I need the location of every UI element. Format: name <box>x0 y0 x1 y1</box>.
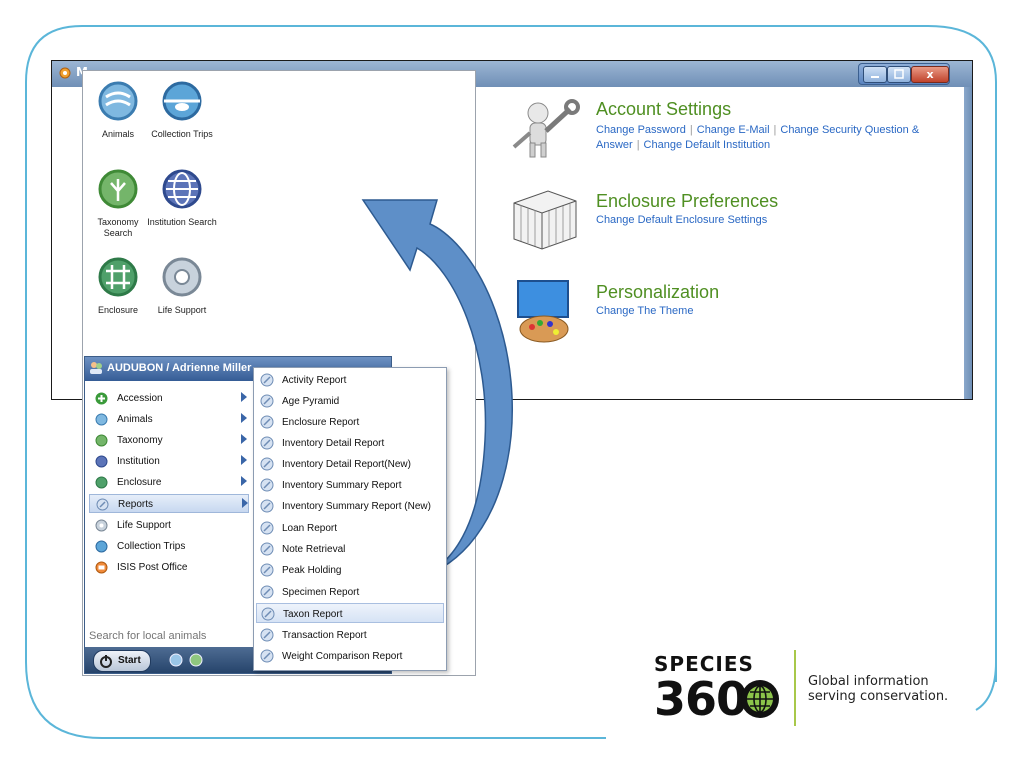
account-settings-links: Change Password | Change E-Mail | Change Sec… <box>596 124 920 151</box>
report-icon <box>260 394 274 408</box>
report-item[interactable]: Specimen Report <box>256 582 444 602</box>
report-item[interactable]: Peak Holding <box>256 560 444 580</box>
report-item[interactable]: Loan Report <box>256 518 444 538</box>
report-icon <box>261 607 275 621</box>
report-icon <box>260 521 274 535</box>
report-icon <box>260 478 274 492</box>
collection-trips-icon <box>95 540 108 553</box>
account-settings-title: Account Settings <box>596 99 732 119</box>
menu-item-life-support[interactable]: Life Support <box>89 516 249 535</box>
collection-trips-icon <box>162 81 202 121</box>
logo-tagline: Global information serving conservation. <box>808 674 949 704</box>
report-item[interactable]: Note Retrieval <box>256 539 444 559</box>
post-office-icon <box>95 561 108 574</box>
change-email-link[interactable]: Change E-Mail <box>697 124 770 136</box>
report-item[interactable]: Inventory Summary Report (New) <box>256 496 444 516</box>
report-item-taxon-report[interactable]: Taxon Report <box>256 603 444 623</box>
logo-divider <box>794 650 796 726</box>
report-icon <box>260 542 274 556</box>
reports-icon <box>96 498 109 511</box>
chevron-right-icon <box>242 498 248 508</box>
desktop-icon-taxonomy-search[interactable]: Taxonomy Search <box>83 169 153 239</box>
chevron-right-icon <box>241 434 247 444</box>
maximize-button[interactable] <box>887 66 911 83</box>
accession-icon <box>95 392 108 405</box>
app-gear-icon <box>59 67 71 79</box>
report-icon <box>260 373 274 387</box>
change-default-enclosure-settings-link[interactable]: Change Default Enclosure Settings <box>596 214 767 226</box>
window-controls: x <box>858 63 950 85</box>
life-support-icon <box>95 519 108 532</box>
report-item[interactable]: Activity Report <box>256 370 444 390</box>
change-default-institution-link[interactable]: Change Default Institution <box>644 139 771 151</box>
report-icon <box>260 499 274 513</box>
menu-item-animals[interactable]: Animals <box>89 410 249 429</box>
enclosure-preferences-links: Change Default Enclosure Settings <box>596 213 767 228</box>
close-button[interactable]: x <box>911 66 949 83</box>
globe-logo-icon <box>741 680 779 718</box>
current-user-label: AUDUBON / Adrienne Miller <box>107 362 252 374</box>
desktop-icon-life-support[interactable]: Life Support <box>147 257 217 316</box>
chevron-right-icon <box>241 392 247 402</box>
taxonomy-search-icon <box>98 169 138 209</box>
report-icon <box>260 457 274 471</box>
institution-icon <box>95 455 108 468</box>
report-item[interactable]: Transaction Report <box>256 625 444 645</box>
report-icon <box>260 585 274 599</box>
search-input[interactable] <box>87 627 263 645</box>
life-support-icon <box>162 257 202 297</box>
report-item[interactable]: Inventory Summary Report <box>256 475 444 495</box>
logo-360-text: 360 <box>654 672 748 726</box>
desktop-icon-animals[interactable]: Animals <box>83 81 153 140</box>
reports-submenu: Activity Report Age Pyramid Enclosure Re… <box>253 367 447 671</box>
maximize-icon <box>894 69 904 79</box>
menu-item-collection-trips[interactable]: Collection Trips <box>89 537 249 556</box>
desktop-icon-institution-search[interactable]: Institution Search <box>147 169 217 228</box>
personalization-title: Personalization <box>596 282 720 302</box>
report-item[interactable]: Inventory Detail Report(New) <box>256 454 444 474</box>
report-icon <box>260 563 274 577</box>
report-item[interactable]: Inventory Detail Report <box>256 433 444 453</box>
report-item[interactable]: Age Pyramid <box>256 391 444 411</box>
minimize-icon <box>871 76 879 78</box>
enclosure-icon <box>95 476 108 489</box>
menu-item-institution[interactable]: Institution <box>89 452 249 471</box>
desktop-icon-collection-trips[interactable]: Collection Trips <box>147 81 217 140</box>
animals-taskbar-icon[interactable] <box>169 653 183 667</box>
taxonomy-icon <box>95 434 108 447</box>
menu-item-enclosure[interactable]: Enclosure <box>89 473 249 492</box>
menu-item-isis-post-office[interactable]: ISIS Post Office <box>89 558 249 577</box>
minimize-button[interactable] <box>863 66 887 83</box>
animals-icon <box>95 413 108 426</box>
menu-item-accession[interactable]: Accession <box>89 389 249 408</box>
chevron-right-icon <box>241 455 247 465</box>
enclosure-preferences-title: Enclosure Preferences <box>596 191 779 211</box>
power-icon <box>100 655 112 668</box>
change-password-link[interactable]: Change Password <box>596 124 686 136</box>
report-icon <box>260 628 274 642</box>
change-theme-link[interactable]: Change The Theme <box>596 305 693 317</box>
menu-item-reports[interactable]: Reports <box>89 494 249 513</box>
institution-search-icon <box>162 169 202 209</box>
users-icon <box>90 362 102 374</box>
desktop-icon-enclosure[interactable]: Enclosure <box>83 257 153 316</box>
report-item[interactable]: Weight Comparison Report <box>256 646 444 666</box>
menu-item-taxonomy[interactable]: Taxonomy <box>89 431 249 450</box>
wrench-figure-icon <box>512 99 580 158</box>
taxonomy-taskbar-icon[interactable] <box>189 653 203 667</box>
report-icon <box>260 649 274 663</box>
report-icon <box>260 415 274 429</box>
start-button[interactable]: Start <box>93 650 151 672</box>
chevron-right-icon <box>241 413 247 423</box>
animals-icon <box>98 81 138 121</box>
report-item[interactable]: Enclosure Report <box>256 412 444 432</box>
report-icon <box>260 436 274 450</box>
chevron-right-icon <box>241 476 247 486</box>
personalization-links: Change The Theme <box>596 304 693 319</box>
enclosure-icon <box>98 257 138 297</box>
window-right-border <box>964 87 972 399</box>
